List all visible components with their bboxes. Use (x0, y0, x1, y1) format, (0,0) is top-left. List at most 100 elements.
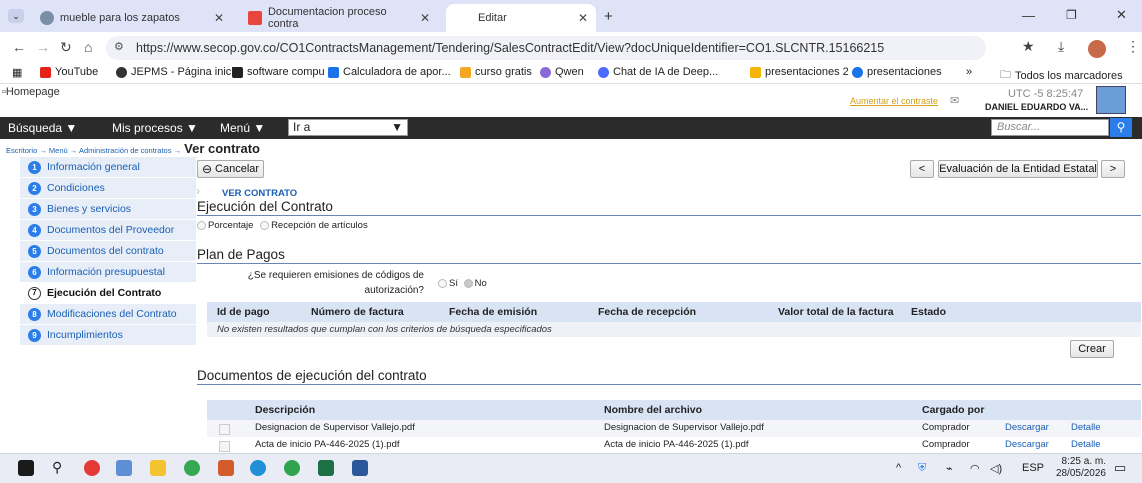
ir-a-select[interactable]: Ir a ▼ (288, 119, 408, 136)
homepage-logo[interactable]: ▫Homepage (2, 86, 60, 98)
apps-icon[interactable]: ▦ (12, 66, 22, 79)
tab-list-icon[interactable]: ⌄ (8, 9, 24, 23)
bookmark-software[interactable]: software compu (232, 66, 325, 78)
back-icon[interactable]: ← (12, 39, 26, 55)
sidebar-item-informacion-general[interactable]: 1 Información general (20, 157, 196, 177)
bookmark-star-icon[interactable]: ★ (1022, 38, 1035, 55)
sidebar-item-incumplimientos[interactable]: 9 Incumplimientos (20, 325, 196, 345)
bookmark-curso[interactable]: curso gratis (460, 66, 532, 78)
qwen-icon (540, 66, 551, 78)
forward-icon[interactable]: → (36, 39, 50, 55)
payments-table-header: Id de pago Número de factura Fecha de em… (207, 302, 1141, 322)
bookmark-jepms[interactable]: JEPMS - Página inici... (116, 66, 243, 78)
browser-menu-icon[interactable]: ⋮ (1126, 38, 1140, 55)
bookmark-qwen[interactable]: Qwen (540, 66, 584, 78)
cancel-button[interactable]: ⊖ Cancelar (197, 160, 264, 178)
detail-link[interactable]: Detalle (1071, 439, 1101, 450)
all-bookmarks[interactable]: 🗀 Todos los marcadores (1000, 66, 1123, 85)
breadcrumb-path[interactable]: Escritorio → Menú → Administración de co… (6, 146, 181, 155)
clock: UTC -5 8:25:47 (1008, 88, 1084, 100)
software-icon (232, 66, 243, 78)
home-icon[interactable]: ⌂ (84, 39, 92, 55)
restore-icon[interactable]: ❐ (1066, 8, 1077, 22)
wifi-icon[interactable]: ◠ (970, 462, 980, 475)
download-link[interactable]: Descargar (1005, 439, 1049, 450)
tab-editar[interactable]: Editar ✕ (446, 4, 596, 32)
radio-si[interactable] (438, 278, 447, 288)
sidebar-item-condiciones[interactable]: 2 Condiciones (20, 178, 196, 198)
evaluacion-button[interactable]: Evaluación de la Entidad Estatal (938, 160, 1098, 178)
user-avatar[interactable] (1096, 86, 1126, 114)
edge-icon[interactable] (250, 460, 266, 476)
browser-tab-strip: ⌄ mueble para los zapatos ✕ Documentacio… (0, 0, 1142, 32)
taskbar-date[interactable]: 28/05/2026 (1050, 468, 1106, 479)
minimize-icon[interactable]: — (1022, 8, 1035, 23)
url-field[interactable]: ⚙ https://www.secop.gov.co/CO1ContractsM… (106, 36, 986, 60)
volume-icon[interactable]: ◁) (990, 462, 1002, 475)
window-close-icon[interactable]: ✕ (1116, 7, 1127, 23)
windows-start-icon[interactable] (18, 460, 34, 476)
photos-icon[interactable] (116, 460, 132, 476)
chrome-icon[interactable] (184, 460, 200, 476)
procesos-menu[interactable]: Mis procesos ▼ (112, 121, 198, 135)
powerpoint-icon[interactable] (218, 460, 234, 476)
radio-no[interactable] (463, 278, 473, 288)
excel-icon[interactable] (318, 460, 334, 476)
app-icon[interactable] (84, 460, 100, 476)
tab-close-icon[interactable]: ✕ (578, 11, 588, 25)
profile-avatar[interactable] (1088, 40, 1106, 58)
file-explorer-icon[interactable] (150, 460, 166, 476)
security-icon[interactable]: ⛨ (918, 462, 926, 475)
next-step-button[interactable]: > (1101, 160, 1125, 178)
tab-close-icon[interactable]: ✕ (420, 11, 430, 25)
sidebar-item-modificaciones[interactable]: 8 Modificaciones del Contrato (20, 304, 196, 324)
sidebar-item-documentos-proveedor[interactable]: 4 Documentos del Proveedor (20, 220, 196, 240)
bookmark-presentaciones-2[interactable]: presentaciones 2 (750, 66, 849, 78)
chevron-up-icon[interactable]: ^ (896, 462, 901, 474)
question-line1: ¿Se requieren emisiones de códigos de (247, 270, 424, 281)
download-icon[interactable]: ⤓ (1058, 38, 1064, 55)
doc-filename: Acta de inicio PA-446-2025 (1).pdf (604, 439, 749, 450)
radio-recepcion[interactable] (260, 220, 270, 230)
row-checkbox[interactable] (219, 424, 230, 435)
sidebar-item-bienes[interactable]: 3 Bienes y servicios (20, 199, 196, 219)
docs-table-header: Descripción Nombre del archivo Cargado p… (207, 400, 1141, 420)
reload-icon[interactable]: ↻ (60, 39, 72, 56)
sidebar-item-ejecucion[interactable]: 7 Ejecución del Contrato (20, 283, 196, 303)
ejecucion-radio-group: Porcentaje Recepción de artículos (197, 220, 368, 231)
search-icon[interactable]: ⚲ (1110, 118, 1132, 137)
prev-step-button[interactable]: < (910, 160, 934, 178)
sidebar-item-informacion-presupuestal[interactable]: 6 Información presupuestal (20, 262, 196, 282)
doc-filename: Designacion de Supervisor Vallejo.pdf (604, 422, 764, 433)
tab-mueble[interactable]: mueble para los zapatos ✕ (32, 4, 232, 32)
network-icon[interactable]: ⌁ (946, 462, 953, 475)
detail-link[interactable]: Detalle (1071, 422, 1101, 433)
mail-icon[interactable]: ✉ (950, 94, 959, 107)
row-checkbox[interactable] (219, 441, 230, 452)
tab-documentacion[interactable]: Documentacion proceso contra ✕ (240, 4, 438, 32)
radio-porcentaje[interactable] (197, 220, 206, 230)
search-icon[interactable]: ⚲ (52, 459, 62, 476)
bookmark-calculadora[interactable]: Calculadora de apor... (328, 66, 451, 78)
bookmark-youtube[interactable]: YouTube (40, 66, 98, 78)
more-bookmarks-button[interactable]: » (966, 66, 972, 78)
new-tab-button[interactable]: + (604, 8, 613, 25)
sidebar-item-documentos-contrato[interactable]: 5 Documentos del contrato (20, 241, 196, 261)
download-link[interactable]: Descargar (1005, 422, 1049, 433)
word-icon[interactable] (352, 460, 368, 476)
site-info-icon[interactable]: ⚙ (114, 40, 124, 53)
bookmark-deepseek[interactable]: Chat de IA de Deep... (598, 66, 718, 78)
bookmark-presentaciones[interactable]: presentaciones (852, 66, 942, 78)
busqueda-menu[interactable]: Búsqueda ▼ (8, 121, 77, 135)
language-indicator[interactable]: ESP (1022, 462, 1044, 474)
search-input[interactable]: Buscar... (991, 119, 1109, 136)
user-name[interactable]: DANIEL EDUARDO VA... (985, 102, 1088, 112)
crear-button[interactable]: Crear (1070, 340, 1114, 358)
chrome-profile-icon[interactable] (284, 460, 300, 476)
taskbar-time[interactable]: 8:25 a. m. (1054, 456, 1106, 467)
contrast-link[interactable]: Aumentar el contraste (850, 96, 938, 106)
notifications-icon[interactable]: ▭ (1114, 460, 1126, 476)
main-navbar: Búsqueda ▼ Mis procesos ▼ Menú ▼ (0, 117, 1142, 139)
menu-menu[interactable]: Menú ▼ (220, 121, 265, 135)
tab-close-icon[interactable]: ✕ (214, 11, 224, 25)
